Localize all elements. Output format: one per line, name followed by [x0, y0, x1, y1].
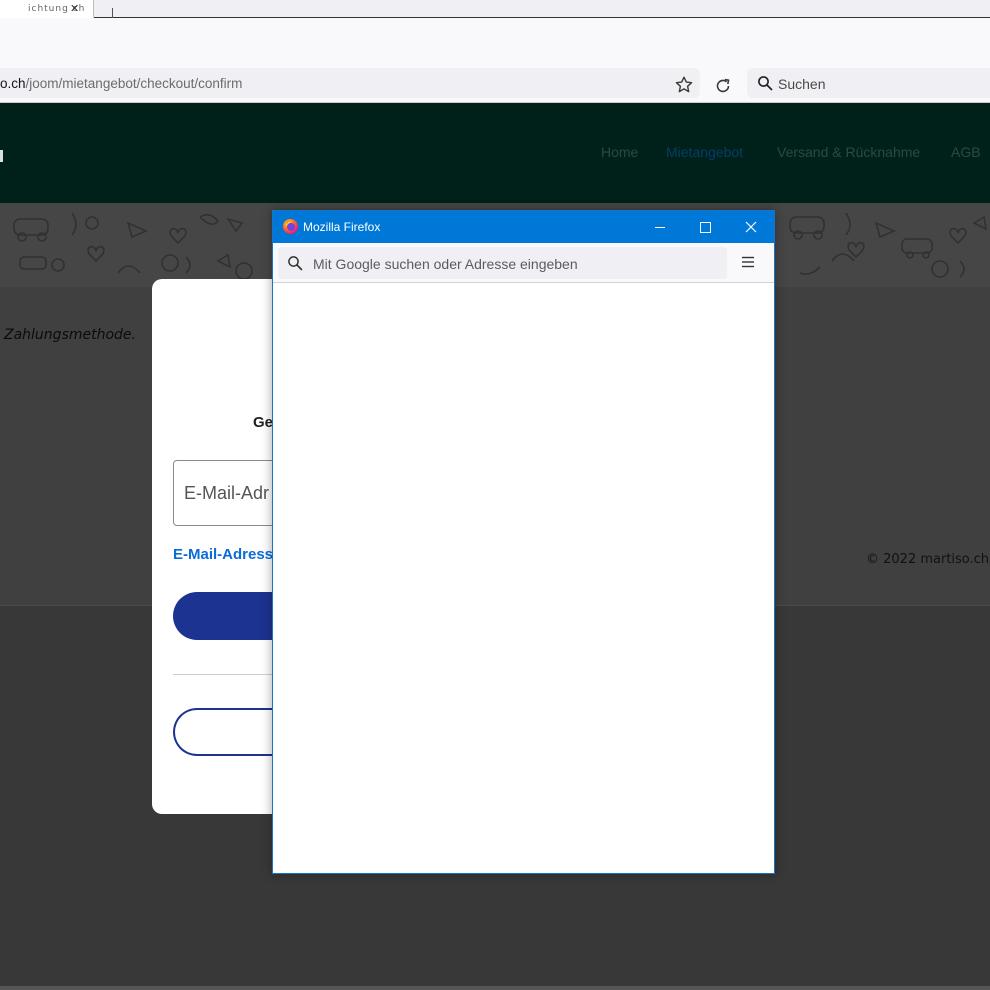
site-header: Home Mietangebot Versand & Rücknahme AGB: [0, 103, 990, 203]
popup-url-bar[interactable]: Mit Google suchen oder Adresse eingeben: [278, 247, 727, 279]
star-icon[interactable]: [674, 75, 694, 95]
nav-link-mietangebot[interactable]: Mietangebot: [666, 144, 743, 160]
url-host: o.ch: [0, 76, 26, 91]
hamburger-menu-icon[interactable]: [741, 255, 755, 269]
popup-url-placeholder: Mit Google suchen oder Adresse eingeben: [313, 256, 578, 272]
nav-link-agb[interactable]: AGB: [951, 144, 981, 160]
maximize-icon: [700, 222, 711, 233]
site-logo[interactable]: [0, 150, 3, 162]
search-icon: [288, 256, 303, 271]
popup-title: Mozilla Firefox: [303, 220, 381, 234]
tab-strip: ichtung ch ✕: [0, 0, 990, 18]
browser-toolbar-area: [0, 18, 990, 64]
close-icon: [745, 221, 757, 233]
payment-method-text: Zahlungsmethode.: [4, 327, 136, 343]
minimize-icon: [655, 227, 665, 228]
browser-navbar: o.ch/joom/mietangebot/checkout/confirm S…: [0, 64, 990, 103]
url-text: o.ch/joom/mietangebot/checkout/confirm: [0, 76, 242, 91]
search-placeholder: Suchen: [778, 76, 826, 92]
firefox-logo-icon: [282, 218, 299, 235]
browser-tab[interactable]: ichtung ch ✕: [0, 0, 94, 18]
popup-titlebar[interactable]: Mozilla Firefox: [273, 211, 774, 243]
email-link[interactable]: E-Mail-Adress: [173, 546, 273, 563]
popup-content: [273, 283, 774, 873]
browser-search-box[interactable]: Suchen: [747, 68, 990, 98]
reload-icon[interactable]: [714, 77, 732, 95]
maximize-button[interactable]: [683, 211, 729, 243]
firefox-popup-window: Mozilla Firefox Mit Google suchen oder A…: [272, 210, 775, 874]
tab-separator: [112, 8, 113, 18]
minimize-button[interactable]: [637, 211, 683, 243]
tab-close-icon[interactable]: ✕: [70, 3, 79, 15]
close-button[interactable]: [729, 211, 775, 243]
card-heading: Ge: [253, 414, 274, 431]
popup-toolbar: Mit Google suchen oder Adresse eingeben: [273, 243, 774, 283]
nav-link-home[interactable]: Home: [601, 144, 638, 160]
email-input-placeholder: E-Mail-Adr: [184, 483, 270, 503]
copyright-text: © 2022 martiso.ch: [866, 552, 990, 567]
url-bar[interactable]: o.ch/joom/mietangebot/checkout/confirm: [0, 68, 730, 98]
search-icon: [758, 76, 773, 91]
nav-link-versand[interactable]: Versand & Rücknahme: [777, 144, 920, 160]
bottom-strip: [0, 986, 990, 990]
url-path: /joom/mietangebot/checkout/confirm: [25, 76, 243, 91]
